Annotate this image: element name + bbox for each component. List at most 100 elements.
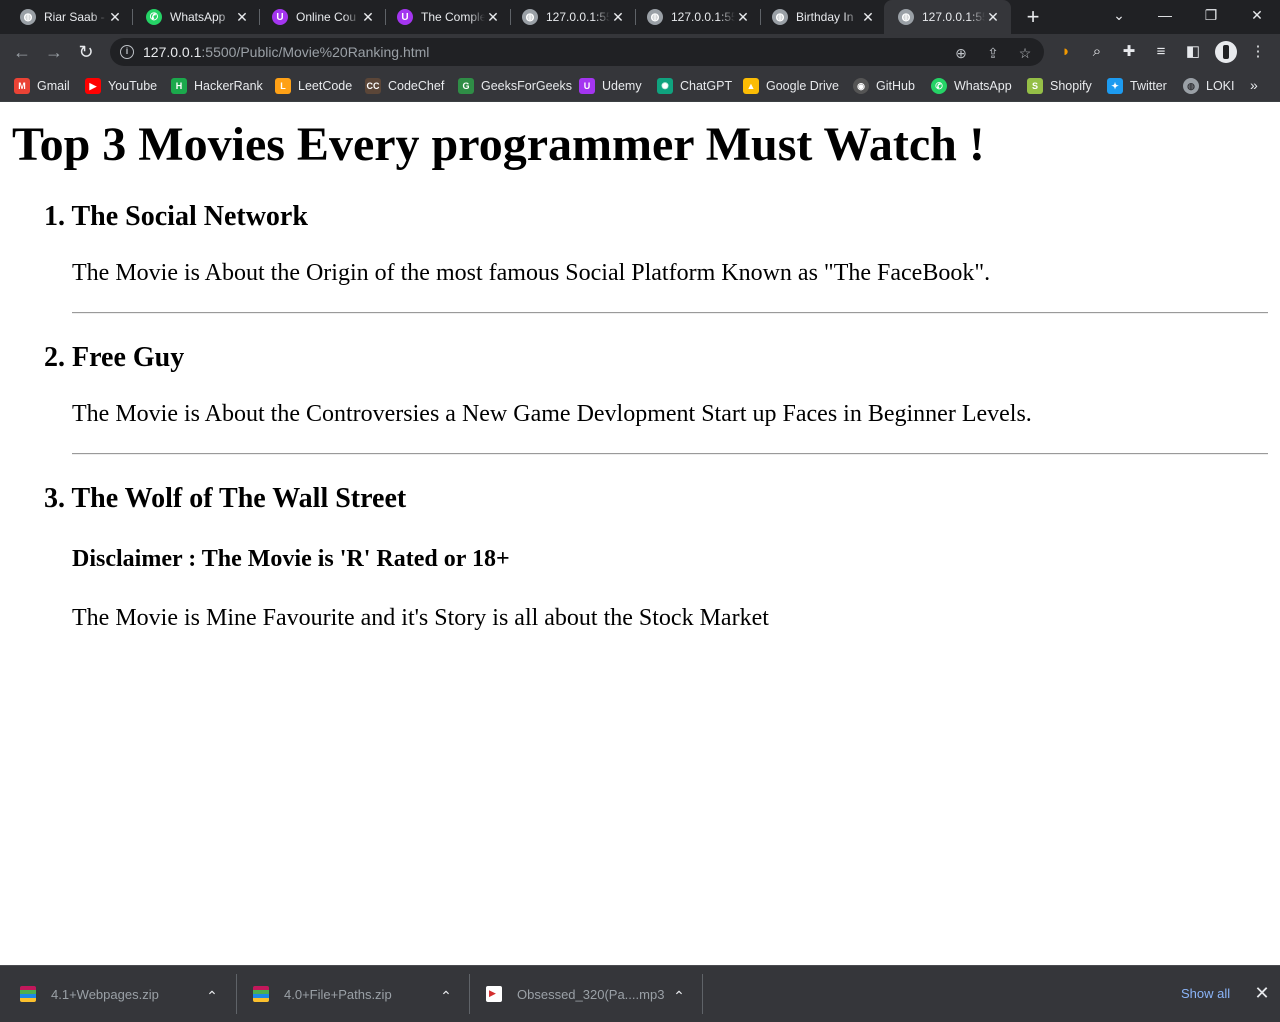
- movie-description: The Movie is About the Origin of the mos…: [72, 260, 991, 286]
- tab-title: The Comple: [421, 10, 485, 24]
- menu-kebab-icon[interactable]: ⋮: [1249, 43, 1267, 61]
- bookmark-gmail[interactable]: M Gmail: [14, 77, 70, 95]
- close-window-button[interactable]: ✕: [1234, 0, 1280, 34]
- new-tab-button[interactable]: +: [1022, 6, 1044, 28]
- bookmark-label: Shopify: [1050, 79, 1092, 93]
- tab[interactable]: ◍ Riar Saab - ✕: [0, 0, 133, 34]
- extensions-puzzle-icon[interactable]: ✚: [1120, 43, 1138, 61]
- divider: [72, 312, 1268, 314]
- tab[interactable]: ◍ Birthday In ✕: [752, 0, 886, 34]
- bookmark-github[interactable]: ◉ GitHub: [853, 77, 915, 95]
- close-icon[interactable]: ✕: [985, 9, 1001, 25]
- download-item[interactable]: 4.0+File+Paths.zip ⌃: [253, 972, 468, 1016]
- bookmark-google-drive[interactable]: ▲ Google Drive: [743, 77, 839, 95]
- bookmark-hackerrank[interactable]: H HackerRank: [171, 77, 263, 95]
- forward-button[interactable]: →: [41, 39, 67, 65]
- profile-avatar[interactable]: [1215, 41, 1237, 63]
- twitter-icon: ✦: [1107, 78, 1123, 94]
- zip-file-icon: [253, 986, 269, 1002]
- chevron-up-icon[interactable]: ⌃: [670, 987, 688, 1005]
- bookmark-udemy[interactable]: U Udemy: [579, 77, 642, 95]
- bookmark-whatsapp[interactable]: ✆ WhatsApp: [931, 77, 1012, 95]
- bookmarks-bar: M Gmail ▶ YouTube H HackerRank L LeetCod…: [0, 70, 1280, 102]
- bookmark-shopify[interactable]: S Shopify: [1027, 77, 1092, 95]
- bookmark-label: HackerRank: [194, 79, 263, 93]
- bookmark-twitter[interactable]: ✦ Twitter: [1107, 77, 1167, 95]
- movie-description: The Movie is About the Controversies a N…: [72, 401, 1032, 427]
- download-filename: 4.0+File+Paths.zip: [284, 986, 392, 1002]
- close-icon[interactable]: ✕: [107, 9, 123, 25]
- close-icon[interactable]: ✕: [735, 9, 751, 25]
- tab[interactable]: U Online Cou ✕: [252, 0, 386, 34]
- back-button[interactable]: ←: [9, 39, 35, 65]
- chevron-up-icon[interactable]: ⌃: [203, 987, 221, 1005]
- tab[interactable]: ◍ 127.0.0.1:55 ✕: [627, 0, 761, 34]
- close-icon[interactable]: ✕: [360, 9, 376, 25]
- reload-button[interactable]: ↻: [73, 39, 99, 65]
- udemy-icon: U: [579, 78, 595, 94]
- close-icon[interactable]: ✕: [610, 9, 626, 25]
- download-filename: 4.1+Webpages.zip: [51, 986, 159, 1002]
- bookmark-label: Gmail: [37, 79, 70, 93]
- whatsapp-icon: ✆: [146, 9, 162, 25]
- globe-icon: ◍: [647, 9, 663, 25]
- bookmark-chatgpt[interactable]: ✺ ChatGPT: [657, 77, 732, 95]
- zip-file-icon: [20, 986, 36, 1002]
- close-icon[interactable]: ✕: [485, 9, 501, 25]
- close-icon[interactable]: ✕: [234, 9, 250, 25]
- address-bar[interactable]: i 127.0.0.1:5500/Public/Movie%20Ranking.…: [110, 38, 1044, 66]
- udemy-icon: U: [272, 9, 288, 25]
- page-content: Top 3 Movies Every programmer Must Watch…: [0, 103, 1280, 965]
- globe-icon: ◍: [522, 9, 538, 25]
- page-title: Top 3 Movies Every programmer Must Watch…: [12, 118, 985, 171]
- download-item[interactable]: Obsessed_320(Pa....mp3 ⌃: [486, 972, 701, 1016]
- gfg-icon: G: [458, 78, 474, 94]
- tab[interactable]: ✆ WhatsApp ✕: [126, 0, 260, 34]
- chatgpt-icon: ✺: [657, 78, 673, 94]
- download-shelf: 4.1+Webpages.zip ⌃ 4.0+File+Paths.zip ⌃ …: [0, 965, 1280, 1022]
- bookmark-star-icon[interactable]: ☆: [1017, 45, 1033, 61]
- movie-item: 3. The Wolf of The Wall Street: [44, 483, 406, 515]
- tab-title: Riar Saab -: [44, 10, 105, 24]
- bookmark-leetcode[interactable]: L LeetCode: [275, 77, 352, 95]
- extension-icon[interactable]: ◗: [1057, 43, 1075, 61]
- zoom-icon[interactable]: ⊕: [953, 45, 969, 61]
- side-panel-icon[interactable]: ◧: [1184, 43, 1202, 61]
- globe-icon: ◍: [772, 9, 788, 25]
- show-all-downloads-link[interactable]: Show all: [1181, 986, 1230, 1001]
- media-control-icon[interactable]: ≡: [1152, 43, 1170, 61]
- tab-title: 127.0.0.1:55: [922, 10, 985, 24]
- gmail-icon: M: [14, 78, 30, 94]
- tab[interactable]: ◍ 127.0.0.1:55 ✕: [502, 0, 636, 34]
- shopify-icon: S: [1027, 78, 1043, 94]
- bookmark-geeksforgeeks[interactable]: G GeeksForGeeks: [458, 77, 572, 95]
- bookmark-youtube[interactable]: ▶ YouTube: [85, 77, 157, 95]
- url-host: 127.0.0.1: [143, 44, 202, 60]
- movie-description: The Movie is Mine Favourite and it's Sto…: [72, 605, 769, 631]
- bookmark-label: LeetCode: [298, 79, 353, 93]
- tab-title: WhatsApp: [170, 10, 226, 24]
- browser-toolbar: ← → ↻ i 127.0.0.1:5500/Public/Movie%20Ra…: [0, 34, 1280, 70]
- search-extension-icon[interactable]: ⌕: [1088, 43, 1106, 61]
- bookmark-codechef[interactable]: CC CodeChef: [365, 77, 444, 95]
- movie-disclaimer: Disclaimer : The Movie is 'R' Rated or 1…: [72, 546, 510, 572]
- tab[interactable]: U The Comple ✕: [377, 0, 511, 34]
- bookmarks-overflow-icon[interactable]: »: [1250, 77, 1258, 93]
- leetcode-icon: L: [275, 78, 291, 94]
- site-info-icon[interactable]: i: [120, 45, 134, 59]
- chevron-up-icon[interactable]: ⌃: [437, 987, 455, 1005]
- hackerrank-icon: H: [171, 78, 187, 94]
- restore-button[interactable]: ❐: [1188, 0, 1234, 34]
- tab-search-button[interactable]: ⌄: [1096, 0, 1142, 34]
- bookmark-label: GeeksForGeeks: [481, 79, 573, 93]
- tab-title: Online Cou: [296, 10, 357, 24]
- share-icon[interactable]: ⇪: [985, 45, 1001, 61]
- close-icon[interactable]: ✕: [860, 9, 876, 25]
- github-icon: ◉: [853, 78, 869, 94]
- download-item[interactable]: 4.1+Webpages.zip ⌃: [20, 972, 235, 1016]
- bookmark-loki[interactable]: ◍ LOKI: [1183, 77, 1235, 95]
- close-icon[interactable]: ✕: [1252, 983, 1272, 1003]
- minimize-button[interactable]: —: [1142, 0, 1188, 34]
- tab-active[interactable]: ◍ 127.0.0.1:55 ✕: [884, 0, 1011, 34]
- movie-item: 1. The Social Network: [44, 201, 308, 233]
